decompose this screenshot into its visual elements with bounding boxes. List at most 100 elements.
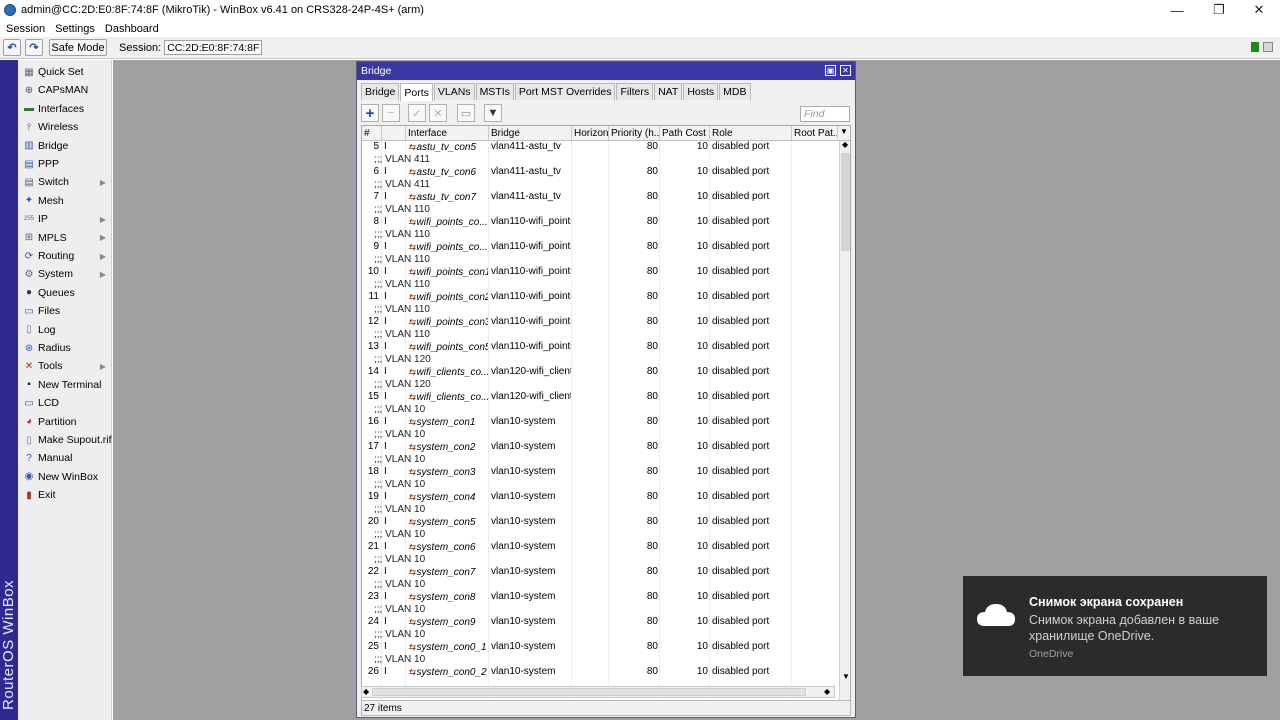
remove-button[interactable]: − [382,104,400,122]
sidebar-item-mesh[interactable]: ✦ Mesh [18,192,112,210]
sidebar-item-files[interactable]: ▭ Files [18,302,112,320]
close-button[interactable]: ✕ [1242,0,1276,20]
vertical-scroll-thumb[interactable] [841,153,850,251]
sidebar-item-bridge[interactable]: ▥ Bridge [18,137,112,155]
sidebar-item-switch[interactable]: ▤ Switch ▶ [18,173,112,191]
row-interface-name: astu_tv_con5 [416,142,477,153]
interface-link-icon: ⇆ [408,517,416,527]
row-comment: ;;; VLAN 110 [374,303,430,315]
sidebar-item-queues[interactable]: ● Queues [18,284,112,302]
redo-button[interactable]: ↷ [25,39,43,56]
sidebar-item-ip[interactable]: 255 IP ▶ [18,210,112,228]
sidebar-item-radius[interactable]: ⊛ Radius [18,339,112,357]
sidebar-item-log[interactable]: ▯ Log [18,321,112,339]
column-header-[interactable]: # [362,126,382,141]
sidebar-item-new-winbox[interactable]: ◉ New WinBox [18,468,112,486]
column-header-root-pat[interactable]: Root Pat... [792,126,838,141]
scroll-down-arrow-icon[interactable]: ▼ [842,672,850,681]
sidebar-item-make-supout-rif[interactable]: ▯ Make Supout.rif [18,431,112,449]
menu-session[interactable]: Session [6,23,45,35]
table-row[interactable]: 26 I ⇆system_con0_2 vlan10-system 80 10 disabl… [362,666,838,679]
sidebar-item-exit[interactable]: ▮ Exit [18,486,112,504]
table-row[interactable]: 7 I ⇆astu_tv_con7 vlan411-astu_tv 80 10 disabl… [362,191,838,204]
onedrive-toast[interactable]: Снимок экрана сохранен Снимок экрана доб… [963,576,1267,676]
sidebar-item-system[interactable]: ⚙ System ▶ [18,265,112,283]
sidebar-item-capsman[interactable]: ⊕ CAPsMAN [18,81,112,99]
filter-button[interactable]: ▼ [484,104,502,122]
window-list-icon[interactable] [1263,42,1273,52]
find-input[interactable]: Find [800,106,850,122]
undo-button[interactable]: ↶ [3,39,21,56]
table-row[interactable]: 23 I ⇆system_con8 vlan10-system 80 10 disabled… [362,591,838,604]
safe-mode-button[interactable]: Safe Mode [49,39,107,56]
close-window-button[interactable]: ✕ [840,65,851,76]
tab-port-mst-overrides[interactable]: Port MST Overrides [514,83,616,100]
horizontal-scroll-thumb[interactable] [372,688,806,696]
column-header-path-cost[interactable]: Path Cost [660,126,710,141]
tab-vlans[interactable]: VLANs [433,83,475,100]
row-priority: 80 [646,591,658,602]
tab-filters[interactable]: Filters [616,83,654,100]
table-row[interactable]: 12 I ⇆wifi_points_con3 vlan110-wifi_points 8… [362,316,838,329]
sidebar-item-partition[interactable]: ◕ Partition [18,413,112,431]
column-header-flags[interactable] [382,126,406,141]
sidebar-item-tools[interactable]: ✕ Tools ▶ [18,357,112,375]
tab-bridge[interactable]: Bridge [361,83,400,100]
comment-button[interactable]: ▭ [457,104,475,122]
table-row[interactable]: 22 I ⇆system_con7 vlan10-system 80 10 disabled… [362,566,838,579]
table-row[interactable]: 10 I ⇆wifi_points_con1 vlan110-wifi_points 8… [362,266,838,279]
tab-mdb[interactable]: MDB [719,83,751,100]
sidebar-item-manual[interactable]: ? Manual [18,449,112,467]
add-button[interactable]: + [361,104,379,122]
table-row[interactable]: 8 I ⇆wifi_points_co... vlan110-wifi_points 8… [362,216,838,229]
vertical-scrollbar[interactable]: ◆ ▼ [839,140,850,700]
table-row[interactable]: 14 I ⇆wifi_clients_co... vlan120-wifi_clien… [362,366,838,379]
table-row[interactable]: 9 I ⇆wifi_points_co... vlan110-wifi_points 8… [362,241,838,254]
column-header-role[interactable]: Role [710,126,792,141]
table-row[interactable]: 11 I ⇆wifi_points_con2 vlan110-wifi_points 8… [362,291,838,304]
enable-button[interactable]: ✓ [408,104,426,122]
sidebar-item-new-terminal[interactable]: ▪ New Terminal [18,376,112,394]
menu-settings[interactable]: Settings [55,23,95,35]
table-row[interactable]: 15 I ⇆wifi_clients_co... vlan120-wifi_clien… [362,391,838,404]
sidebar-item-routing[interactable]: ⟳ Routing ▶ [18,247,112,265]
sidebar-item-interfaces[interactable]: ▬ Interfaces [18,100,112,118]
table-row[interactable]: 13 I ⇆wifi_points_con5 vlan110-wifi_points 8… [362,341,838,354]
sidebar-item-lcd[interactable]: ▭ LCD [18,394,112,412]
table-row[interactable]: 20 I ⇆system_con5 vlan10-system 80 10 disabled… [362,516,838,529]
table-row[interactable]: 16 I ⇆system_con1 vlan10-system 80 10 disabled… [362,416,838,429]
scroll-right-arrow-icon[interactable]: ◆ [824,687,830,696]
table-row[interactable]: 5 I ⇆astu_tv_con5 vlan411-astu_tv 80 10 disabl… [362,141,838,154]
column-header-priority-h[interactable]: Priority (h... [609,126,660,141]
table-row[interactable]: 17 I ⇆system_con2 vlan10-system 80 10 disabled… [362,441,838,454]
table-row[interactable]: 18 I ⇆system_con3 vlan10-system 80 10 disabled… [362,466,838,479]
scroll-up-arrow-icon[interactable]: ◆ [842,140,848,149]
sidebar-item-ppp[interactable]: ▤ PPP [18,155,112,173]
bridge-window-titlebar[interactable]: Bridge ▣ ✕ [357,62,855,80]
restore-window-button[interactable]: ▣ [825,65,836,76]
tab-hosts[interactable]: Hosts [683,83,719,100]
sidebar-item-quick-set[interactable]: ▦ Quick Set [18,63,112,81]
menu-dashboard[interactable]: Dashboard [105,23,159,35]
minimize-button[interactable]: — [1160,0,1194,20]
tab-mstis[interactable]: MSTIs [475,83,514,100]
disable-button[interactable]: ✕ [429,104,447,122]
row-number: 5 [373,141,379,152]
table-row[interactable]: 24 I ⇆system_con9 vlan10-system 80 10 disabled… [362,616,838,629]
column-header-horizon[interactable]: Horizon [572,126,609,141]
table-row[interactable]: 19 I ⇆system_con4 vlan10-system 80 10 disabled… [362,491,838,504]
table-row[interactable]: 25 I ⇆system_con0_1 vlan10-system 80 10 disabl… [362,641,838,654]
columns-dropdown-icon[interactable]: ▼ [840,127,848,136]
row-interface: ⇆astu_tv_con7 [408,191,488,204]
sidebar-item-wireless[interactable]: ⫯ Wireless [18,118,112,136]
column-header-bridge[interactable]: Bridge [489,126,572,141]
sidebar-item-mpls[interactable]: ⊞ MPLS ▶ [18,229,112,247]
column-header-interface[interactable]: Interface [406,126,489,141]
table-row[interactable]: 6 I ⇆astu_tv_con6 vlan411-astu_tv 80 10 disabl… [362,166,838,179]
tab-ports[interactable]: Ports [400,83,433,101]
scroll-left-arrow-icon[interactable]: ◆ [363,687,369,696]
table-row[interactable]: 21 I ⇆system_con6 vlan10-system 80 10 disabled… [362,541,838,554]
horizontal-scrollbar[interactable]: ◆ ◆ [361,686,835,698]
maximize-button[interactable]: ❐ [1202,0,1236,20]
tab-nat[interactable]: NAT [654,83,683,100]
